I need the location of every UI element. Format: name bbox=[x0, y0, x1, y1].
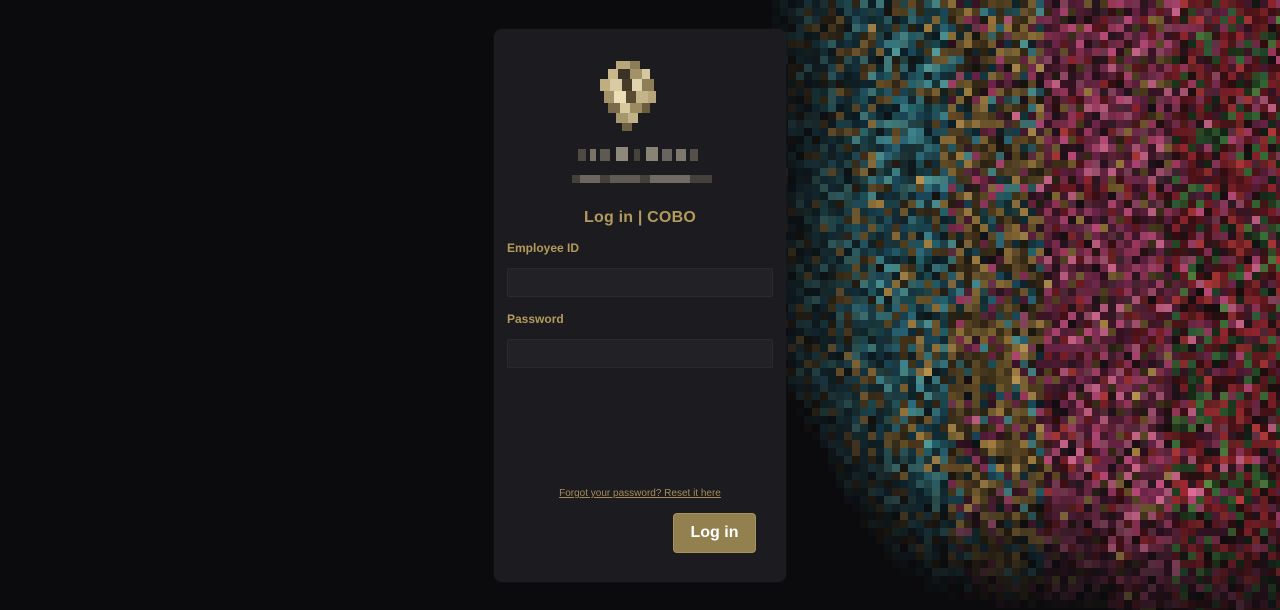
forgot-password-link[interactable]: Forgot your password? Reset it here bbox=[494, 488, 786, 499]
login-card: Log in | COBO Employee ID Password Forgo… bbox=[494, 29, 786, 582]
login-title: Log in | COBO bbox=[584, 209, 696, 226]
company-logo-icon bbox=[494, 57, 786, 222]
login-button[interactable]: Log in bbox=[673, 513, 756, 553]
employee-id-input[interactable] bbox=[507, 268, 773, 297]
password-input[interactable] bbox=[507, 339, 773, 368]
employee-id-label: Employee ID bbox=[507, 241, 580, 255]
password-label: Password bbox=[507, 312, 564, 326]
lion-artwork-image bbox=[740, 0, 1280, 610]
login-page: Log in | COBO Employee ID Password Forgo… bbox=[0, 0, 1280, 610]
